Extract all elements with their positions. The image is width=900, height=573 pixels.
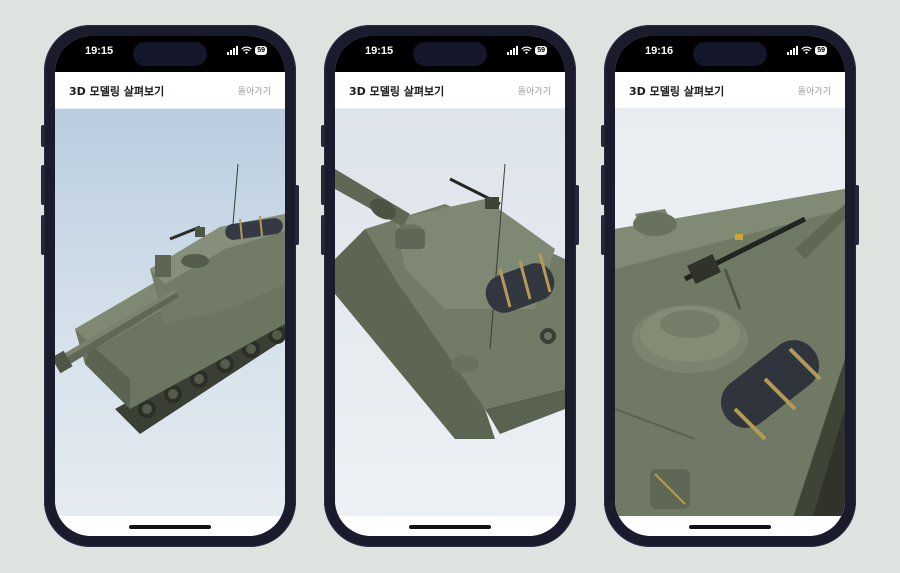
side-button	[41, 125, 45, 147]
volume-up-button	[601, 165, 605, 205]
tank-model-render	[55, 109, 285, 527]
screen: 19:15 59 3D 모델링 살펴보기 돌아가기	[55, 36, 285, 536]
side-button	[321, 125, 325, 147]
volume-up-button	[41, 165, 45, 205]
back-button[interactable]: 돌아가기	[518, 84, 551, 97]
battery-icon: 59	[255, 46, 267, 55]
status-bar: 19:15 59	[335, 36, 565, 72]
signal-icon	[507, 46, 519, 55]
battery-icon: 59	[535, 46, 547, 55]
dynamic-island	[693, 42, 767, 66]
signal-icon	[787, 46, 799, 55]
back-button[interactable]: 돌아가기	[798, 84, 831, 97]
tank-model-render	[335, 109, 565, 527]
model-viewer-canvas[interactable]	[55, 109, 285, 527]
status-bar: 19:15 59	[55, 36, 285, 72]
dynamic-island	[133, 42, 207, 66]
power-button	[855, 185, 859, 245]
model-viewer-canvas[interactable]	[615, 109, 845, 527]
home-indicator-area	[335, 516, 565, 536]
power-button	[575, 185, 579, 245]
home-indicator-area	[615, 516, 845, 536]
page-title: 3D 모델링 살펴보기	[629, 85, 725, 98]
phone-frame-2: 19:15 59 3D 모델링 살펴보기 돌아가기	[321, 25, 579, 547]
power-button	[295, 185, 299, 245]
screen: 19:16 59 3D 모델링 살펴보기 돌아가기	[615, 36, 845, 536]
status-time: 19:16	[645, 45, 674, 57]
model-viewer-canvas[interactable]	[335, 109, 565, 527]
home-indicator[interactable]	[409, 525, 491, 529]
phone-frame-1: 19:15 59 3D 모델링 살펴보기 돌아가기	[41, 25, 299, 547]
status-icons: 59	[787, 46, 827, 55]
home-indicator[interactable]	[129, 525, 211, 529]
page-title: 3D 모델링 살펴보기	[69, 85, 165, 98]
status-bar: 19:16 59	[615, 36, 845, 72]
status-time: 19:15	[365, 45, 394, 57]
app-header: 3D 모델링 살펴보기 돌아가기	[615, 72, 845, 109]
volume-up-button	[321, 165, 325, 205]
wifi-icon	[521, 46, 533, 55]
tank-model-render	[615, 109, 845, 527]
page-title: 3D 모델링 살펴보기	[349, 85, 445, 98]
wifi-icon	[241, 46, 253, 55]
battery-icon: 59	[815, 46, 827, 55]
home-indicator-area	[55, 516, 285, 536]
volume-down-button	[601, 215, 605, 255]
volume-down-button	[41, 215, 45, 255]
screen: 19:15 59 3D 모델링 살펴보기 돌아가기	[335, 36, 565, 536]
side-button	[601, 125, 605, 147]
status-icons: 59	[507, 46, 547, 55]
volume-down-button	[321, 215, 325, 255]
app-header: 3D 모델링 살펴보기 돌아가기	[55, 72, 285, 109]
back-button[interactable]: 돌아가기	[238, 84, 271, 97]
signal-icon	[227, 46, 239, 55]
phone-frame-3: 19:16 59 3D 모델링 살펴보기 돌아가기	[601, 25, 859, 547]
wifi-icon	[801, 46, 813, 55]
status-time: 19:15	[85, 45, 114, 57]
status-icons: 59	[227, 46, 267, 55]
dynamic-island	[413, 42, 487, 66]
app-header: 3D 모델링 살펴보기 돌아가기	[335, 72, 565, 109]
home-indicator[interactable]	[689, 525, 771, 529]
